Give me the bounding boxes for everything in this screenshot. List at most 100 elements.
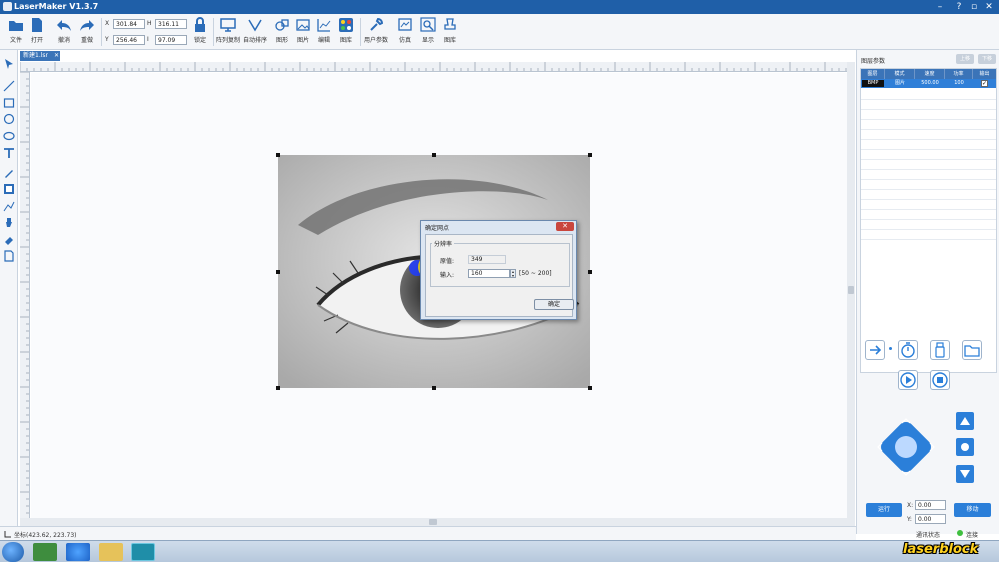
usb-drive-icon: [935, 342, 945, 358]
pen-tool-icon[interactable]: [3, 167, 15, 179]
resolution-spinner[interactable]: ▴ ▾: [510, 269, 516, 278]
y-coordinate-input[interactable]: 0.00: [915, 514, 946, 524]
coordinate-icon: [4, 531, 11, 538]
y-position-field[interactable]: 256.46: [113, 35, 145, 45]
dialog-title: 确定网点: [425, 225, 450, 232]
dialog-body: 分辨率 原值: 349 输入: 160 ▴ ▾ [50 ~ 200] 确定: [425, 234, 574, 317]
document-tab-label: 新建1.lsr: [23, 52, 48, 59]
resize-handle[interactable]: [432, 386, 436, 390]
resize-handle[interactable]: [588, 153, 592, 157]
usb-button[interactable]: [930, 340, 950, 360]
move-up-button[interactable]: 上移: [956, 54, 974, 64]
z-home-button[interactable]: [956, 438, 974, 456]
start-button[interactable]: [2, 542, 24, 562]
help-button[interactable]: ?: [953, 1, 965, 13]
stop-icon: [932, 372, 948, 388]
status-dot: [889, 347, 892, 350]
resolution-group-label: 分辨率: [432, 239, 455, 248]
scroll-thumb[interactable]: [848, 286, 854, 294]
node-edit-icon[interactable]: [3, 200, 15, 212]
move-button[interactable]: 移动: [954, 503, 991, 517]
fill-tool-icon[interactable]: [3, 183, 15, 195]
run-button[interactable]: 运行: [866, 503, 902, 517]
hand-tool-icon[interactable]: [3, 216, 15, 228]
lock-icon: [195, 17, 205, 32]
lock-button[interactable]: 锁定: [188, 17, 212, 47]
play-icon: [900, 372, 916, 388]
document-tab[interactable]: 新建1.lsr ✕: [20, 51, 60, 61]
resize-handle[interactable]: [432, 153, 436, 157]
open-button[interactable]: 打开: [25, 17, 49, 47]
taskbar-app-icon[interactable]: [33, 543, 57, 561]
line-tool-icon[interactable]: [3, 80, 15, 92]
triangle-up-icon: [960, 417, 970, 425]
move-down-button[interactable]: 下移: [978, 54, 996, 64]
resize-handle[interactable]: [276, 153, 280, 157]
horizontal-scrollbar[interactable]: [20, 518, 847, 526]
minimize-button[interactable]: –: [934, 1, 946, 13]
taskbar-explorer-icon[interactable]: [99, 543, 123, 561]
scroll-thumb[interactable]: [429, 519, 437, 525]
path-icon: [248, 19, 262, 32]
taskbar-lasermaker-icon[interactable]: [131, 543, 155, 561]
resize-handle[interactable]: [276, 386, 280, 390]
halftone-dialog: 确定网点 ✕ 分辨率 原值: 349 输入: 160 ▴ ▾ [50 ~ 200]…: [420, 220, 577, 320]
simulate-button[interactable]: 仿真: [393, 17, 417, 47]
select-arrow-icon[interactable]: [3, 58, 15, 70]
output-checkbox[interactable]: ✓: [981, 80, 988, 87]
range-hint: [50 ~ 200]: [519, 270, 552, 277]
resolution-input[interactable]: 160: [468, 269, 510, 278]
input-value-label: 输入:: [440, 272, 455, 279]
table-row[interactable]: BMP 图片 500.00 100 ✓: [861, 79, 996, 88]
z-down-button[interactable]: [956, 465, 974, 483]
picture-icon: [296, 19, 310, 31]
ok-button[interactable]: 确定: [534, 299, 574, 310]
text-tool-icon[interactable]: [3, 147, 15, 159]
timer-button[interactable]: [898, 340, 918, 360]
main-toolbar: 文件 打开 撤消 重做 X 301.84 Y 256.46 H 316.11 I…: [0, 14, 999, 50]
resize-handle[interactable]: [276, 270, 280, 274]
header-power: 功率: [945, 69, 973, 79]
gallery-button[interactable]: 图库: [438, 17, 462, 47]
close-button[interactable]: ✕: [983, 1, 995, 13]
vertical-scrollbar[interactable]: [847, 62, 855, 526]
height-field[interactable]: 97.09: [155, 35, 187, 45]
resize-handle[interactable]: [588, 270, 592, 274]
monitor-icon: [220, 18, 236, 32]
undo-button[interactable]: 撤消: [52, 17, 76, 47]
taskbar-browser-icon[interactable]: [66, 543, 90, 561]
windows-taskbar: [0, 540, 999, 562]
x-position-field[interactable]: 301.84: [113, 19, 145, 29]
edit-button[interactable]: 编辑: [312, 17, 336, 47]
close-tab-icon[interactable]: ✕: [54, 51, 59, 61]
redo-button[interactable]: 重做: [75, 17, 99, 47]
ellipse-tool-icon[interactable]: [3, 130, 15, 142]
z-up-button[interactable]: [956, 412, 974, 430]
stop-button[interactable]: [930, 370, 950, 390]
width-field[interactable]: 316.11: [155, 19, 187, 29]
start-button[interactable]: [898, 370, 918, 390]
app-icon: [3, 2, 12, 11]
circle-tool-icon[interactable]: [3, 113, 15, 125]
page-tool-icon[interactable]: [3, 250, 15, 262]
maximize-button[interactable]: ▫: [968, 1, 980, 13]
x-axis-label: X:: [907, 502, 914, 509]
dialog-close-button[interactable]: ✕: [556, 222, 574, 231]
connect-button[interactable]: [865, 340, 885, 360]
rectangle-tool-icon[interactable]: [3, 97, 15, 109]
watermark-logo: laserblock: [903, 542, 979, 557]
preview-button[interactable]: 显示: [416, 17, 440, 47]
ruler-ticks: [20, 72, 29, 514]
open-folder-button[interactable]: [962, 340, 982, 360]
direction-pad[interactable]: [872, 413, 940, 481]
resize-handle[interactable]: [588, 386, 592, 390]
source-value-field: 349: [468, 255, 506, 264]
auto-layout-button[interactable]: 自动排序: [243, 17, 267, 47]
layer-mode-cell: BMP: [862, 80, 884, 87]
library-button[interactable]: 图库: [334, 17, 358, 47]
folder-icon: [964, 345, 980, 357]
user-params-button[interactable]: 用户参数: [364, 17, 388, 47]
x-coordinate-input[interactable]: 0.00: [915, 500, 946, 510]
eraser-tool-icon[interactable]: [3, 234, 15, 246]
array-copy-button[interactable]: 阵列复制: [216, 17, 240, 47]
